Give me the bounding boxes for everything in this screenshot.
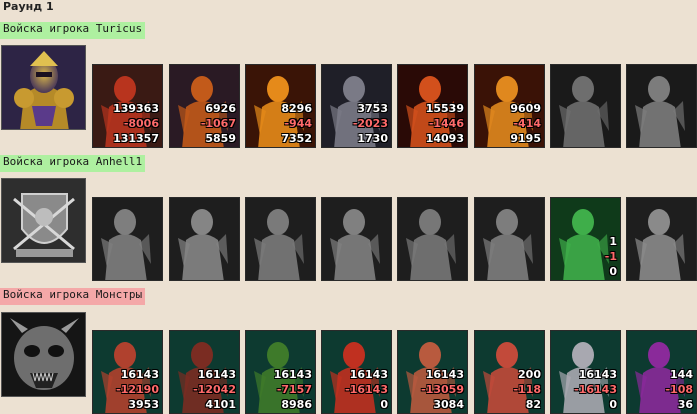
unit-loss-count: -2023 (352, 117, 388, 130)
round-title: Раунд 1 (3, 0, 54, 13)
unit-tile[interactable] (245, 197, 316, 281)
reaper-icon (627, 65, 696, 147)
unit-tile[interactable] (626, 197, 697, 281)
demon-skull-portrait (2, 313, 85, 396)
unit-tile[interactable]: 144 -108 36 (626, 330, 697, 414)
unit-tile[interactable]: 9609 -414 9195 (474, 64, 545, 148)
unit-initial-count: 16143 (120, 368, 159, 381)
unit-loss-count: -108 (665, 383, 693, 396)
unit-remaining-count: 7352 (281, 132, 312, 145)
unit-tile[interactable] (92, 197, 163, 281)
unit-remaining-count: 5859 (205, 132, 236, 145)
druid-icon (627, 198, 696, 280)
griffin-icon (322, 198, 391, 280)
unit-initial-count: 139363 (113, 102, 159, 115)
unit-initial-count: 16143 (425, 368, 464, 381)
unit-initial-count: 6926 (205, 102, 236, 115)
unit-loss-count: -16143 (345, 383, 388, 396)
hero-portrait-turicus[interactable] (1, 45, 86, 130)
unit-loss-count: -12042 (193, 383, 236, 396)
unit-remaining-count: 36 (677, 398, 693, 411)
unit-remaining-count: 9195 (510, 132, 541, 145)
unit-tile[interactable]: 16143 -12042 4101 (169, 330, 240, 414)
army-header-turicus: Войска игрока Turicus (0, 22, 146, 39)
unit-initial-count: 15539 (425, 102, 464, 115)
unit-initial-count: 3753 (357, 102, 388, 115)
unit-remaining-count: 4101 (205, 398, 236, 411)
unit-loss-count: -7157 (276, 383, 312, 396)
unit-tile[interactable]: 8296 -944 7352 (245, 64, 316, 148)
unit-loss-count: -1 (604, 250, 617, 263)
unit-tile[interactable]: 139363 -8006 131357 (92, 64, 163, 148)
unit-tile[interactable] (626, 64, 697, 148)
golden-armored-hero-portrait (2, 46, 85, 129)
hero-portrait-anhell1[interactable] (1, 178, 86, 263)
unit-remaining-count: 14093 (425, 132, 464, 145)
army-header-monsters: Войска игрока Монстры (0, 288, 146, 305)
unit-loss-count: -1067 (200, 117, 236, 130)
unit-loss-count: -414 (513, 117, 541, 130)
unit-remaining-count: 0 (380, 398, 388, 411)
spearman-icon (246, 198, 315, 280)
crest-with-crossbow-portrait (2, 179, 85, 262)
unit-remaining-count: 82 (525, 398, 541, 411)
unit-tile[interactable] (474, 197, 545, 281)
unit-initial-count: 1 (609, 235, 617, 248)
unit-tile[interactable]: 6926 -1067 5859 (169, 64, 240, 148)
unit-initial-count: 16143 (578, 368, 617, 381)
unit-remaining-count: 1730 (357, 132, 388, 145)
unit-loss-count: -1446 (428, 117, 464, 130)
unit-tile[interactable]: 16143 -7157 8986 (245, 330, 316, 414)
unit-initial-count: 16143 (349, 368, 388, 381)
unit-initial-count: 8296 (281, 102, 312, 115)
unit-remaining-count: 8986 (281, 398, 312, 411)
hero-portrait-monsters[interactable] (1, 312, 86, 397)
unit-remaining-count: 0 (609, 398, 617, 411)
unit-tile[interactable]: 15539 -1446 14093 (397, 64, 468, 148)
unit-tile[interactable]: 16143 -16143 0 (321, 330, 392, 414)
unit-tile[interactable]: 1 -1 0 (550, 197, 621, 281)
unit-tile[interactable]: 16143 -12190 3953 (92, 330, 163, 414)
unit-tile[interactable] (397, 197, 468, 281)
unit-remaining-count: 3953 (128, 398, 159, 411)
monk-icon (475, 198, 544, 280)
unit-remaining-count: 131357 (113, 132, 159, 145)
unit-tile[interactable]: 16143 -16143 0 (550, 330, 621, 414)
unit-initial-count: 144 (670, 368, 693, 381)
swordsman-icon (170, 198, 239, 280)
archer-icon (398, 198, 467, 280)
dark-knight-icon (551, 65, 620, 147)
unit-initial-count: 16143 (273, 368, 312, 381)
unit-loss-count: -12190 (116, 383, 159, 396)
unit-tile[interactable] (550, 64, 621, 148)
unit-loss-count: -13059 (421, 383, 464, 396)
unit-initial-count: 200 (518, 368, 541, 381)
dwarf-warrior-icon (93, 198, 162, 280)
unit-loss-count: -8006 (123, 117, 159, 130)
unit-initial-count: 16143 (197, 368, 236, 381)
unit-loss-count: -16143 (574, 383, 617, 396)
army-header-anhell1: Войска игрока Anhell1 (0, 155, 146, 172)
unit-tile[interactable] (169, 197, 240, 281)
unit-remaining-count: 3084 (433, 398, 464, 411)
unit-tile[interactable]: 3753 -2023 1730 (321, 64, 392, 148)
unit-loss-count: -118 (513, 383, 541, 396)
unit-tile[interactable]: 16143 -13059 3084 (397, 330, 468, 414)
unit-remaining-count: 0 (609, 265, 617, 278)
unit-loss-count: -944 (284, 117, 312, 130)
unit-initial-count: 9609 (510, 102, 541, 115)
unit-tile[interactable] (321, 197, 392, 281)
unit-tile[interactable]: 200 -118 82 (474, 330, 545, 414)
